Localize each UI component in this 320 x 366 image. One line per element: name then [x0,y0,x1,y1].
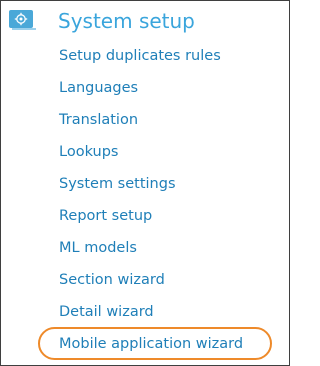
menu-item-report-setup[interactable]: Report setup [59,206,152,226]
system-setup-icon [9,10,36,30]
menu-item-section-wizard[interactable]: Section wizard [59,270,165,290]
menu-item-lookups[interactable]: Lookups [59,142,118,162]
menu-item-translation[interactable]: Translation [59,110,138,130]
menu-item-system-settings[interactable]: System settings [59,174,176,194]
section-title: System setup [58,9,195,33]
menu-item-detail-wizard[interactable]: Detail wizard [59,302,154,322]
menu-item-languages[interactable]: Languages [59,78,138,98]
system-setup-panel: System setup Setup duplicates rules Lang… [0,0,290,366]
menu-item-setup-duplicates-rules[interactable]: Setup duplicates rules [59,46,221,66]
menu-item-mobile-application-wizard[interactable]: Mobile application wizard [59,334,243,354]
menu-item-ml-models[interactable]: ML models [59,238,137,258]
